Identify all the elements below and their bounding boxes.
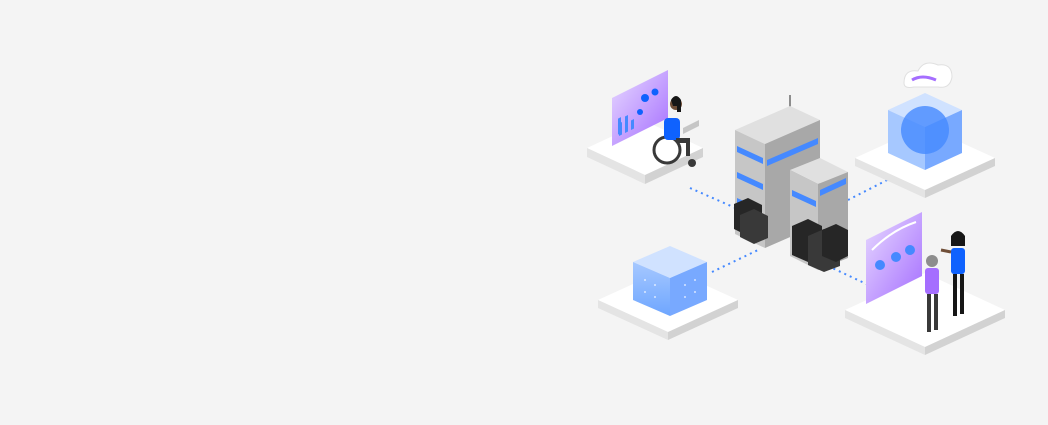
cloud-cube-icon (888, 62, 962, 170)
hero-banner (0, 0, 1048, 425)
connector-bottom-left (711, 249, 759, 273)
connector-top-left (689, 187, 741, 211)
hybrid-cloud-illustration (587, 62, 1005, 355)
